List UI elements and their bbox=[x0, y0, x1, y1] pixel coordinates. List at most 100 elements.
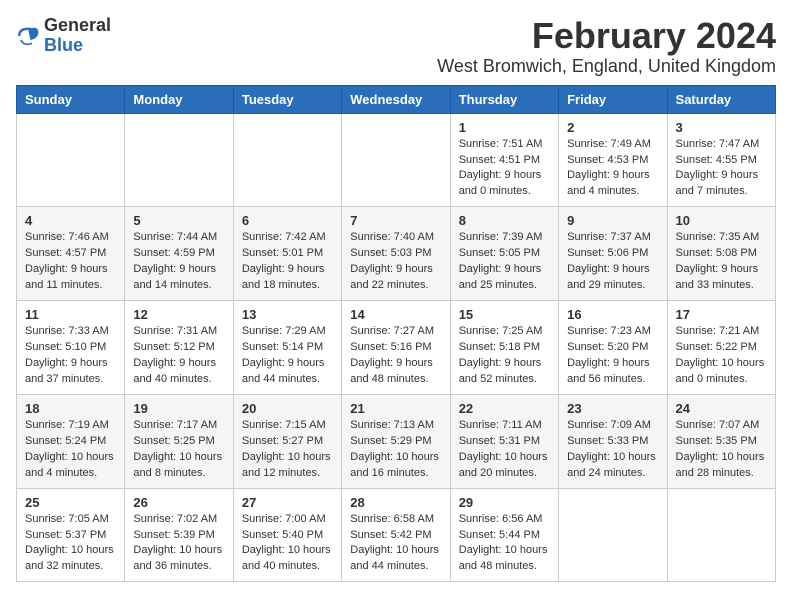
calendar-cell: 18Sunrise: 7:19 AM Sunset: 5:24 PM Dayli… bbox=[17, 394, 125, 488]
day-info: Sunrise: 7:15 AM Sunset: 5:27 PM Dayligh… bbox=[242, 418, 333, 482]
day-number: 11 bbox=[25, 307, 116, 322]
day-info: Sunrise: 7:42 AM Sunset: 5:01 PM Dayligh… bbox=[242, 230, 333, 294]
calendar-cell: 6 Sunrise: 7:42 AM Sunset: 5:01 PM Daylig… bbox=[233, 207, 341, 301]
day-number: 26 bbox=[133, 495, 224, 510]
day-number: 14 bbox=[350, 307, 441, 322]
day-info: Sunrise: 7:05 AM Sunset: 5:37 PM Dayligh… bbox=[25, 512, 116, 576]
day-number: 23 bbox=[567, 401, 658, 416]
day-info: Sunrise: 7:44 AM Sunset: 4:59 PM Dayligh… bbox=[133, 230, 224, 294]
day-info: Sunrise: 7:39 AM Sunset: 5:05 PM Dayligh… bbox=[459, 230, 550, 294]
day-info: Sunrise: 6:56 AM Sunset: 5:44 PM Dayligh… bbox=[459, 512, 550, 576]
day-number: 25 bbox=[25, 495, 116, 510]
day-info: Sunrise: 7:17 AM Sunset: 5:25 PM Dayligh… bbox=[133, 418, 224, 482]
day-info: Sunrise: 6:58 AM Sunset: 5:42 PM Dayligh… bbox=[350, 512, 441, 576]
weekday-header: Wednesday bbox=[342, 85, 450, 113]
calendar-cell: 19 Sunrise: 7:17 AM Sunset: 5:25 PM Dayli… bbox=[125, 394, 233, 488]
day-number: 12 bbox=[133, 307, 224, 322]
day-number: 2 bbox=[567, 120, 658, 135]
day-number: 10 bbox=[676, 213, 767, 228]
day-number: 3 bbox=[676, 120, 767, 135]
day-number: 16 bbox=[567, 307, 658, 322]
day-number: 24 bbox=[676, 401, 767, 416]
day-number: 20 bbox=[242, 401, 333, 416]
calendar-cell: 15Sunrise: 7:25 AM Sunset: 5:18 PM Dayli… bbox=[450, 301, 558, 395]
day-info: Sunrise: 7:11 AM Sunset: 5:31 PM Dayligh… bbox=[459, 418, 550, 482]
day-info: Sunrise: 7:49 AM Sunset: 4:53 PM Dayligh… bbox=[567, 137, 658, 201]
calendar-cell bbox=[342, 113, 450, 207]
day-info: Sunrise: 7:46 AM Sunset: 4:57 PM Dayligh… bbox=[25, 230, 116, 294]
calendar-cell: 1 Sunrise: 7:51 AM Sunset: 4:51 PM Daylig… bbox=[450, 113, 558, 207]
day-info: Sunrise: 7:09 AM Sunset: 5:33 PM Dayligh… bbox=[567, 418, 658, 482]
calendar-cell: 20 Sunrise: 7:15 AM Sunset: 5:27 PM Dayli… bbox=[233, 394, 341, 488]
calendar-cell: 14 Sunrise: 7:27 AM Sunset: 5:16 PM Dayli… bbox=[342, 301, 450, 395]
logo-text: General Blue bbox=[44, 16, 111, 56]
logo: General Blue bbox=[16, 16, 111, 56]
day-info: Sunrise: 7:33 AM Sunset: 5:10 PM Dayligh… bbox=[25, 324, 116, 388]
day-info: Sunrise: 7:00 AM Sunset: 5:40 PM Dayligh… bbox=[242, 512, 333, 576]
calendar-cell: 10 Sunrise: 7:35 AM Sunset: 5:08 PM Dayli… bbox=[667, 207, 775, 301]
day-number: 27 bbox=[242, 495, 333, 510]
calendar-cell: 29Sunrise: 6:56 AM Sunset: 5:44 PM Dayli… bbox=[450, 488, 558, 582]
day-info: Sunrise: 7:47 AM Sunset: 4:55 PM Dayligh… bbox=[676, 137, 767, 201]
calendar-cell: 21 Sunrise: 7:13 AM Sunset: 5:29 PM Dayli… bbox=[342, 394, 450, 488]
calendar-cell bbox=[125, 113, 233, 207]
calendar-cell: 17Sunrise: 7:21 AM Sunset: 5:22 PM Dayli… bbox=[667, 301, 775, 395]
calendar-cell: 12 Sunrise: 7:31 AM Sunset: 5:12 PM Dayli… bbox=[125, 301, 233, 395]
calendar-cell: 8 Sunrise: 7:39 AM Sunset: 5:05 PM Daylig… bbox=[450, 207, 558, 301]
day-number: 13 bbox=[242, 307, 333, 322]
weekday-header: Friday bbox=[559, 85, 667, 113]
logo-icon bbox=[16, 24, 40, 48]
day-info: Sunrise: 7:37 AM Sunset: 5:06 PM Dayligh… bbox=[567, 230, 658, 294]
calendar-cell: 22 Sunrise: 7:11 AM Sunset: 5:31 PM Dayli… bbox=[450, 394, 558, 488]
day-number: 22 bbox=[459, 401, 550, 416]
weekday-header: Thursday bbox=[450, 85, 558, 113]
calendar-cell: 16 Sunrise: 7:23 AM Sunset: 5:20 PM Dayli… bbox=[559, 301, 667, 395]
month-title: February 2024 bbox=[437, 16, 776, 56]
day-info: Sunrise: 7:40 AM Sunset: 5:03 PM Dayligh… bbox=[350, 230, 441, 294]
calendar-cell: 7 Sunrise: 7:40 AM Sunset: 5:03 PM Daylig… bbox=[342, 207, 450, 301]
day-info: Sunrise: 7:23 AM Sunset: 5:20 PM Dayligh… bbox=[567, 324, 658, 388]
day-info: Sunrise: 7:31 AM Sunset: 5:12 PM Dayligh… bbox=[133, 324, 224, 388]
day-number: 9 bbox=[567, 213, 658, 228]
weekday-header: Monday bbox=[125, 85, 233, 113]
day-info: Sunrise: 7:35 AM Sunset: 5:08 PM Dayligh… bbox=[676, 230, 767, 294]
calendar-cell: 27 Sunrise: 7:00 AM Sunset: 5:40 PM Dayli… bbox=[233, 488, 341, 582]
weekday-header: Saturday bbox=[667, 85, 775, 113]
day-info: Sunrise: 7:29 AM Sunset: 5:14 PM Dayligh… bbox=[242, 324, 333, 388]
day-number: 28 bbox=[350, 495, 441, 510]
calendar-cell: 11 Sunrise: 7:33 AM Sunset: 5:10 PM Dayli… bbox=[17, 301, 125, 395]
calendar-cell: 28 Sunrise: 6:58 AM Sunset: 5:42 PM Dayli… bbox=[342, 488, 450, 582]
calendar-cell: 4 Sunrise: 7:46 AM Sunset: 4:57 PM Daylig… bbox=[17, 207, 125, 301]
day-info: Sunrise: 7:19 AM Sunset: 5:24 PM Dayligh… bbox=[25, 418, 116, 482]
calendar-cell: 5 Sunrise: 7:44 AM Sunset: 4:59 PM Daylig… bbox=[125, 207, 233, 301]
day-number: 15 bbox=[459, 307, 550, 322]
day-info: Sunrise: 7:51 AM Sunset: 4:51 PM Dayligh… bbox=[459, 137, 550, 201]
weekday-header: Sunday bbox=[17, 85, 125, 113]
day-number: 7 bbox=[350, 213, 441, 228]
calendar-cell: 25 Sunrise: 7:05 AM Sunset: 5:37 PM Dayli… bbox=[17, 488, 125, 582]
day-number: 8 bbox=[459, 213, 550, 228]
day-number: 1 bbox=[459, 120, 550, 135]
calendar-cell: 9 Sunrise: 7:37 AM Sunset: 5:06 PM Daylig… bbox=[559, 207, 667, 301]
weekday-header: Tuesday bbox=[233, 85, 341, 113]
calendar-cell: 26 Sunrise: 7:02 AM Sunset: 5:39 PM Dayli… bbox=[125, 488, 233, 582]
calendar-table: SundayMondayTuesdayWednesdayThursdayFrid… bbox=[16, 85, 776, 583]
day-number: 21 bbox=[350, 401, 441, 416]
calendar-cell bbox=[233, 113, 341, 207]
location-title: West Bromwich, England, United Kingdom bbox=[437, 56, 776, 77]
day-info: Sunrise: 7:21 AM Sunset: 5:22 PM Dayligh… bbox=[676, 324, 767, 388]
day-info: Sunrise: 7:27 AM Sunset: 5:16 PM Dayligh… bbox=[350, 324, 441, 388]
day-number: 19 bbox=[133, 401, 224, 416]
day-info: Sunrise: 7:02 AM Sunset: 5:39 PM Dayligh… bbox=[133, 512, 224, 576]
calendar-cell: 23 Sunrise: 7:09 AM Sunset: 5:33 PM Dayli… bbox=[559, 394, 667, 488]
calendar-cell bbox=[17, 113, 125, 207]
calendar-cell: 2 Sunrise: 7:49 AM Sunset: 4:53 PM Daylig… bbox=[559, 113, 667, 207]
calendar-cell: 13 Sunrise: 7:29 AM Sunset: 5:14 PM Dayli… bbox=[233, 301, 341, 395]
day-info: Sunrise: 7:13 AM Sunset: 5:29 PM Dayligh… bbox=[350, 418, 441, 482]
calendar-cell bbox=[559, 488, 667, 582]
calendar-cell bbox=[667, 488, 775, 582]
day-number: 6 bbox=[242, 213, 333, 228]
day-number: 4 bbox=[25, 213, 116, 228]
day-info: Sunrise: 7:07 AM Sunset: 5:35 PM Dayligh… bbox=[676, 418, 767, 482]
day-number: 5 bbox=[133, 213, 224, 228]
